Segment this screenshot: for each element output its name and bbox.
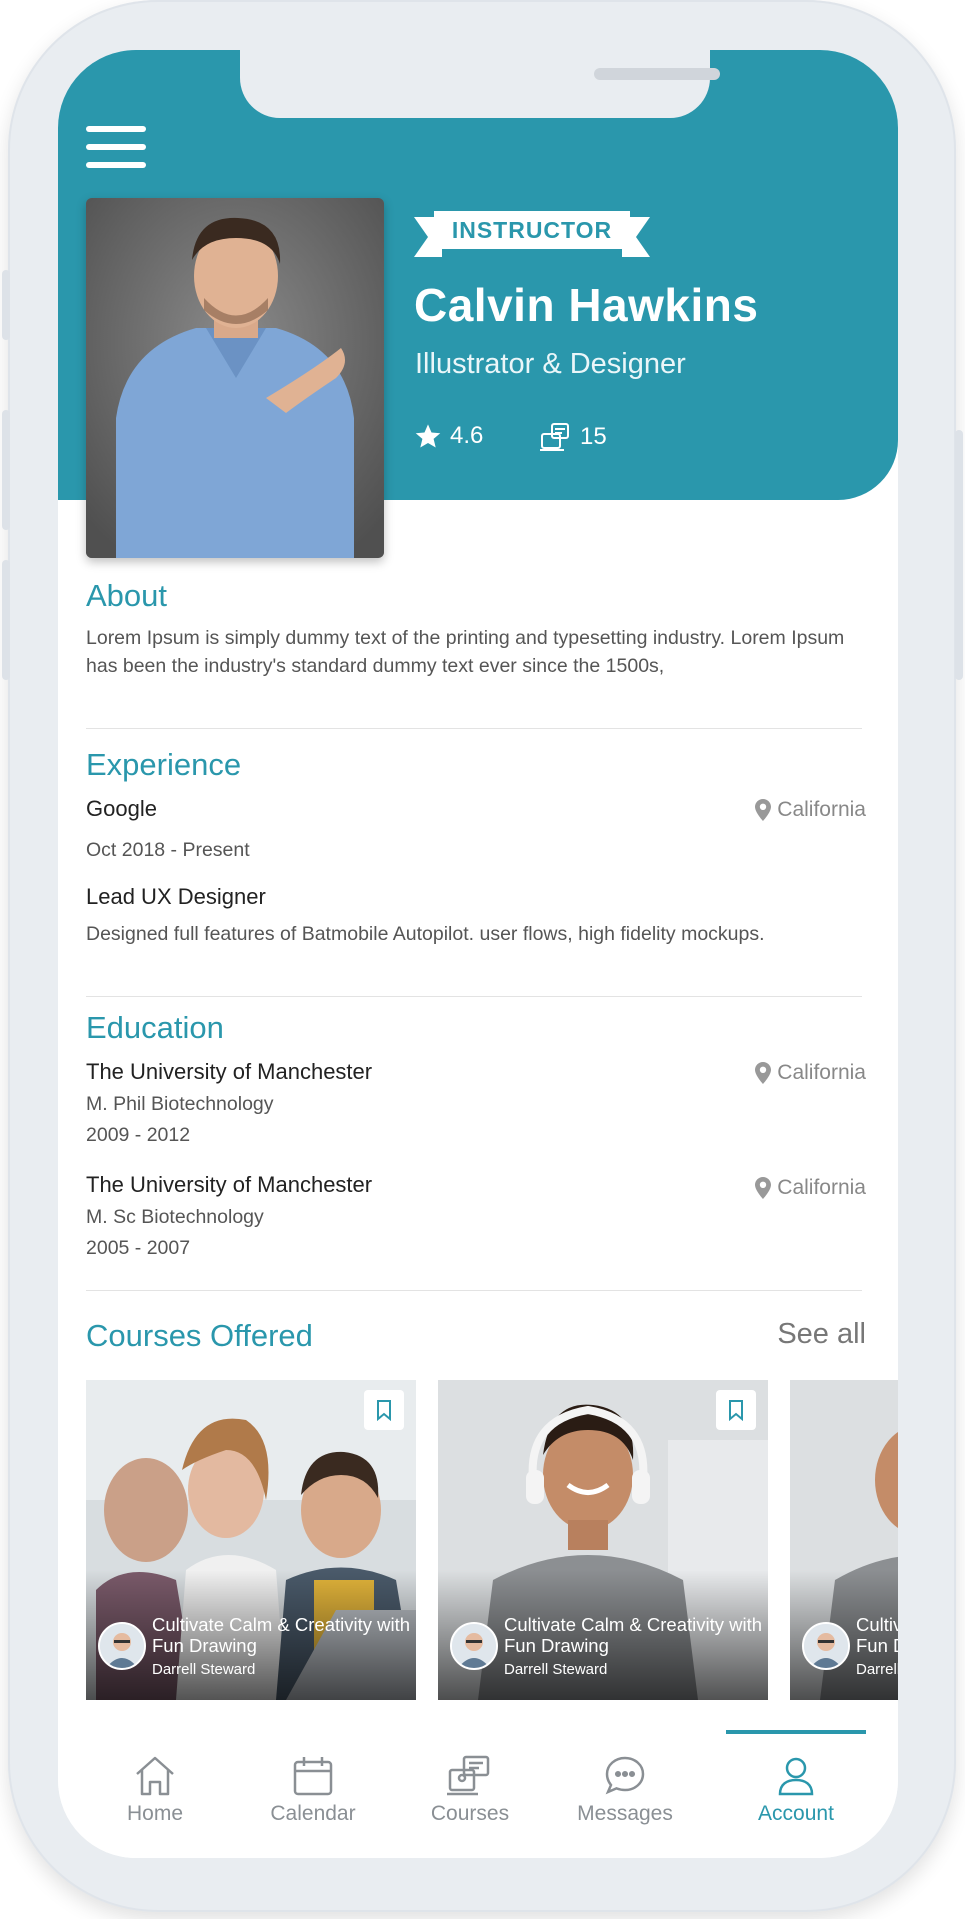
instructor-role: Illustrator & Designer [415, 348, 686, 380]
experience-period: Oct 2018 - Present [86, 839, 250, 861]
tab-account[interactable]: Account [721, 1754, 871, 1826]
active-tab-indicator [726, 1730, 866, 1734]
power-button [955, 430, 963, 680]
bookmark-button[interactable] [364, 1390, 404, 1430]
experience-position: Lead UX Designer [86, 884, 266, 909]
courses-count: 15 [580, 423, 607, 450]
mute-switch [2, 270, 10, 340]
experience-title: Experience [86, 747, 242, 782]
tab-label: Messages [577, 1802, 673, 1825]
author-avatar [450, 1622, 498, 1670]
education-school: The University of Manchester [86, 1172, 373, 1197]
course-title: Cultivate Calm & Creativity with Fun Dra… [856, 1614, 898, 1656]
education-location: California [755, 1176, 866, 1200]
rating-value: 4.6 [450, 422, 484, 449]
courses-stat: 15 [540, 422, 607, 452]
speaker-grille [594, 68, 720, 80]
volume-up-button [2, 410, 10, 530]
location-label: California [777, 1176, 866, 1199]
app-screen: INSTRUCTOR Calvin Hawkins Illustrator & … [58, 50, 898, 1858]
tab-messages[interactable]: Messages [550, 1754, 700, 1826]
author-avatar [98, 1622, 146, 1670]
tab-label: Account [758, 1802, 834, 1825]
menu-button[interactable] [86, 126, 146, 170]
badge-label: INSTRUCTOR [434, 211, 630, 249]
tab-calendar[interactable]: Calendar [238, 1754, 388, 1826]
location-pin-icon [755, 1177, 772, 1199]
instructor-photo [86, 198, 384, 558]
volume-down-button [2, 560, 10, 680]
bottom-tab-bar: Home Calendar Courses Messages Account [58, 1730, 898, 1858]
courses-offered-title: Courses Offered [86, 1318, 313, 1353]
tab-home[interactable]: Home [80, 1754, 230, 1826]
star-icon [415, 424, 441, 448]
divider [86, 1290, 862, 1291]
course-title: Cultivate Calm & Creativity with Fun Dra… [152, 1614, 411, 1656]
see-all-link[interactable]: See all [777, 1318, 866, 1351]
tab-label: Courses [430, 1802, 510, 1825]
location-label: California [777, 798, 866, 821]
education-years: 2009 - 2012 [86, 1124, 191, 1146]
author-avatar [802, 1622, 850, 1670]
bookmark-icon [729, 1400, 743, 1421]
courses-icon [447, 1755, 490, 1796]
rating-stat: 4.6 [414, 422, 483, 450]
divider [86, 728, 862, 729]
phone-notch [240, 50, 720, 118]
education-degree: M. Phil Biotechnology [86, 1093, 274, 1115]
course-author: Darrell Steward [856, 1661, 898, 1678]
bookmark-icon [377, 1400, 391, 1421]
location-label: California [777, 1061, 866, 1084]
tab-label: Home [126, 1802, 184, 1825]
education-degree: M. Sc Biotechnology [86, 1206, 264, 1228]
messages-icon [605, 1756, 645, 1795]
calendar-icon [293, 1757, 333, 1796]
divider [86, 996, 862, 997]
education-location: California [755, 1061, 866, 1085]
education-school: The University of Manchester [86, 1059, 373, 1084]
course-card[interactable]: Cultivate Calm & Creativity with Fun Dra… [86, 1380, 416, 1700]
account-icon [778, 1757, 814, 1796]
tab-courses[interactable]: Courses [395, 1754, 545, 1826]
location-pin-icon [755, 1062, 772, 1084]
tab-label: Calendar [270, 1802, 356, 1825]
location-pin-icon [755, 799, 772, 821]
instructor-name: Calvin Hawkins [414, 279, 759, 331]
experience-company: Google [86, 796, 157, 821]
course-card[interactable]: Cultivate Calm & Creativity with Fun Dra… [438, 1380, 768, 1700]
experience-description: Designed full features of Batmobile Auto… [86, 923, 765, 945]
home-icon [136, 1756, 174, 1796]
education-title: Education [86, 1010, 224, 1045]
about-title: About [86, 578, 168, 613]
instructor-badge: INSTRUCTOR [414, 211, 650, 257]
experience-location: California [755, 798, 866, 822]
about-text: Lorem Ipsum is simply dummy text of the … [86, 627, 845, 677]
education-years: 2005 - 2007 [86, 1237, 191, 1259]
course-title: Cultivate Calm & Creativity with Fun Dra… [504, 1614, 763, 1656]
bookmark-button[interactable] [716, 1390, 756, 1430]
course-card[interactable]: Cultivate Calm & Creativity with Fun Dra… [790, 1380, 898, 1700]
courses-count-icon [540, 423, 569, 451]
course-author: Darrell Steward [504, 1661, 608, 1678]
course-author: Darrell Steward [152, 1661, 256, 1678]
